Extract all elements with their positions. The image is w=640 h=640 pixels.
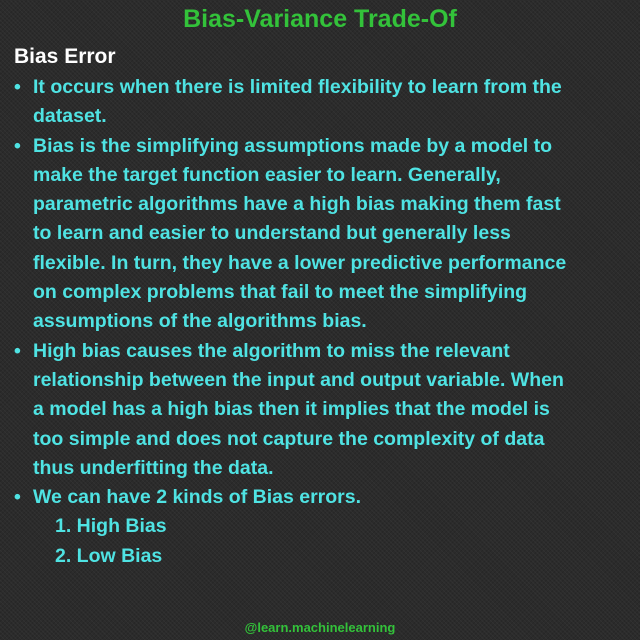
bullet-text-line: We can have 2 kinds of Bias errors. — [33, 486, 362, 509]
bullet-text-line: dataset. — [33, 105, 107, 128]
bullet-text-line: thus underfitting the data. — [33, 456, 274, 479]
numbered-item: 2. Low Bias — [55, 544, 163, 567]
bullet-item: • It occurs when there is limited flexib… — [14, 73, 630, 132]
bullet-text-line: to learn and easier to understand but ge… — [33, 222, 511, 245]
bullet-icon: • — [14, 134, 21, 157]
bullet-icon: • — [14, 339, 21, 362]
bullet-item: • We can have 2 kinds of Bias errors. 1.… — [14, 483, 630, 571]
bullet-text-line: assumptions of the algorithms bias. — [33, 310, 367, 333]
page-title: Bias-Variance Trade-Of — [183, 5, 457, 33]
bullet-icon: • — [14, 76, 21, 98]
numbered-item: 1. High Bias — [55, 515, 167, 538]
bullet-item: • High bias causes the algorithm to miss… — [14, 337, 630, 483]
bullet-text-line: too simple and does not capture the comp… — [33, 427, 545, 450]
bullet-item: • Bias is the simplifying assumptions ma… — [14, 132, 630, 337]
footer-handle: @learn.machinelearning — [244, 620, 396, 635]
bullet-text-line: Bias is the simplifying assumptions made… — [33, 134, 553, 157]
bullet-text-line: relationship between the input and outpu… — [33, 368, 564, 391]
bullet-text-line: High bias causes the algorithm to miss t… — [33, 339, 510, 362]
numbered-sublist: 1. High Bias 2. Low Bias — [33, 512, 630, 571]
bullet-text-line: make the target function easier to learn… — [33, 163, 501, 186]
bullet-text-line: It occurs when there is limited flexibil… — [33, 76, 562, 98]
bullet-text-line: on complex problems that fail to meet th… — [33, 281, 528, 304]
section-heading: Bias Error — [14, 45, 116, 68]
bullet-icon: • — [14, 486, 21, 509]
bullet-text-line: parametric algorithms have a high bias m… — [33, 193, 561, 216]
bullet-text-line: a model has a high bias then it implies … — [33, 398, 550, 421]
bullet-list: • It occurs when there is limited flexib… — [14, 73, 630, 571]
bullet-text-line: flexible. In turn, they have a lower pre… — [33, 251, 567, 274]
